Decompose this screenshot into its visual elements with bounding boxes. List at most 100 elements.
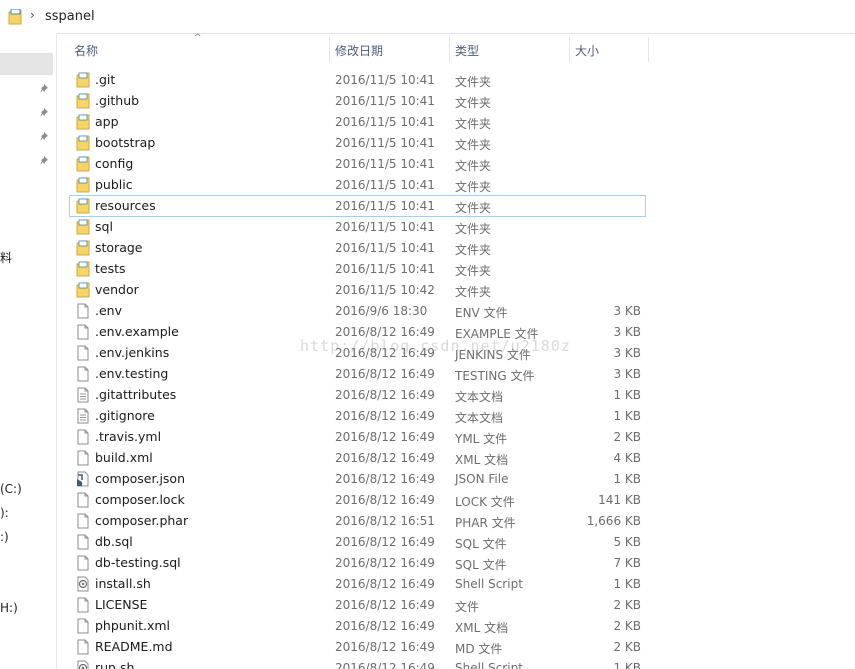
file-name: .gitignore — [95, 408, 155, 423]
file-type: 文件夹 — [455, 285, 492, 299]
file-row[interactable]: public 2016/11/5 10:41 文件夹 — [70, 175, 645, 195]
file-modified-date: 2016/11/5 10:41 — [335, 178, 435, 192]
file-modified-date: 2016/8/12 16:49 — [335, 451, 435, 465]
shell-script-icon — [76, 660, 90, 669]
file-row[interactable]: db.sql 2016/8/12 16:49 SQL 文件 5 KB — [70, 532, 645, 552]
breadcrumb-chevron-icon[interactable]: › — [30, 8, 35, 22]
file-size: 2 KB — [613, 640, 641, 654]
file-name: config — [95, 156, 134, 171]
nav-item-drive[interactable]: :) — [0, 530, 9, 544]
file-name: LICENSE — [95, 597, 148, 612]
file-icon — [76, 345, 90, 361]
file-modified-date: 2016/8/12 16:49 — [335, 598, 435, 612]
file-modified-date: 2016/8/12 16:49 — [335, 430, 435, 444]
file-icon — [76, 366, 90, 382]
file-modified-date: 2016/11/5 10:41 — [335, 241, 435, 255]
file-row[interactable]: storage 2016/11/5 10:41 文件夹 — [70, 238, 645, 258]
file-row[interactable]: app 2016/11/5 10:41 文件夹 — [70, 112, 645, 132]
file-row[interactable]: .env.example 2016/8/12 16:49 EXAMPLE 文件 3 K… — [70, 322, 645, 342]
file-modified-date: 2016/8/12 16:49 — [335, 640, 435, 654]
file-name: .env — [95, 303, 122, 318]
folder-icon — [76, 177, 90, 193]
file-name: composer.json — [95, 471, 186, 486]
file-row[interactable]: bootstrap 2016/11/5 10:41 文件夹 — [70, 133, 645, 153]
file-type: 文本文档 — [455, 411, 504, 425]
file-icon — [76, 618, 90, 634]
navigation-pane[interactable]: 料 (C:) ): :) H:) — [0, 33, 57, 669]
file-size: 2 KB — [613, 598, 641, 612]
file-modified-date: 2016/11/5 10:41 — [335, 73, 435, 87]
folder-icon — [76, 114, 90, 130]
file-row[interactable]: db-testing.sql 2016/8/12 16:49 SQL 文件 7 KB — [70, 553, 645, 573]
column-divider[interactable] — [329, 37, 330, 62]
file-row[interactable]: .git 2016/11/5 10:41 文件夹 — [70, 70, 645, 90]
file-type: 文件夹 — [455, 264, 492, 278]
file-modified-date: 2016/8/12 16:49 — [335, 388, 435, 402]
file-row[interactable]: sql 2016/11/5 10:41 文件夹 — [70, 217, 645, 237]
file-name: .github — [95, 93, 140, 108]
file-size: 2 KB — [613, 619, 641, 633]
column-divider[interactable] — [569, 37, 570, 62]
file-row[interactable]: build.xml 2016/8/12 16:49 XML 文档 4 KB — [70, 448, 645, 468]
pin-icon[interactable] — [38, 83, 50, 95]
file-row[interactable]: install.sh 2016/8/12 16:49 Shell Script 1 K… — [70, 574, 645, 594]
file-row[interactable]: README.md 2016/8/12 16:49 MD 文件 2 KB — [70, 637, 645, 657]
file-type: JSON File — [455, 472, 509, 486]
pin-icon[interactable] — [38, 107, 50, 119]
column-header-type[interactable]: 类型 — [455, 42, 479, 59]
file-row[interactable]: run.sh 2016/8/12 16:49 Shell Script 1 KB — [70, 658, 645, 669]
file-type: 文件夹 — [455, 75, 492, 89]
file-row[interactable]: .gitattributes 2016/8/12 16:49 文本文档 1 KB — [70, 385, 645, 405]
pin-icon[interactable] — [38, 131, 50, 143]
file-size: 141 KB — [598, 493, 641, 507]
nav-item-clipped[interactable]: 料 — [0, 249, 12, 266]
column-divider[interactable] — [449, 37, 450, 62]
folder-icon — [76, 72, 90, 88]
breadcrumb-folder[interactable]: sspanel — [45, 9, 95, 24]
file-row[interactable]: vendor 2016/11/5 10:42 文件夹 — [70, 280, 645, 300]
shell-script-icon — [76, 576, 90, 592]
file-row[interactable]: .env 2016/9/6 18:30 ENV 文件 3 KB — [70, 301, 645, 321]
file-row[interactable]: .travis.yml 2016/8/12 16:49 YML 文件 2 KB — [70, 427, 645, 447]
column-header-date[interactable]: 修改日期 — [335, 42, 383, 59]
file-size: 3 KB — [613, 325, 641, 339]
file-row[interactable]: composer.phar 2016/8/12 16:51 PHAR 文件 1,666… — [70, 511, 645, 531]
file-type: 文件夹 — [455, 201, 492, 215]
column-divider[interactable] — [648, 37, 649, 62]
file-row[interactable]: .env.jenkins 2016/8/12 16:49 JENKINS 文件 3 K… — [70, 343, 645, 363]
file-modified-date: 2016/8/12 16:49 — [335, 409, 435, 423]
sort-up-icon: ^ — [194, 33, 202, 43]
file-row[interactable]: tests 2016/11/5 10:41 文件夹 — [70, 259, 645, 279]
file-row[interactable]: LICENSE 2016/8/12 16:49 文件 2 KB — [70, 595, 645, 615]
file-row[interactable]: resources 2016/11/5 10:41 文件夹 — [69, 195, 646, 217]
nav-item-drive-c[interactable]: (C:) — [0, 482, 22, 496]
nav-selected-item[interactable] — [0, 53, 53, 75]
nav-item-drive[interactable]: ): — [0, 506, 9, 520]
file-size: 1 KB — [613, 661, 641, 669]
file-type: ENV 文件 — [455, 306, 508, 320]
address-bar[interactable]: › sspanel — [0, 0, 855, 34]
file-icon — [76, 324, 90, 340]
file-row[interactable]: config 2016/11/5 10:41 文件夹 — [70, 154, 645, 174]
file-row[interactable]: .gitignore 2016/8/12 16:49 文本文档 1 KB — [70, 406, 645, 426]
file-icon — [76, 534, 90, 550]
file-size: 1,666 KB — [586, 514, 641, 528]
nav-item-drive-h[interactable]: H:) — [0, 601, 18, 615]
file-row[interactable]: .github 2016/11/5 10:41 文件夹 — [70, 91, 645, 111]
file-row[interactable]: composer.lock 2016/8/12 16:49 LOCK 文件 141 K… — [70, 490, 645, 510]
file-row[interactable]: .env.testing 2016/8/12 16:49 TESTING 文件 3 K… — [70, 364, 645, 384]
column-header-size[interactable]: 大小 — [575, 42, 599, 59]
file-row[interactable]: composer.json 2016/8/12 16:49 JSON File 1 K… — [70, 469, 645, 489]
file-size: 1 KB — [613, 472, 641, 486]
column-header-name[interactable]: 名称 — [74, 42, 98, 59]
file-list[interactable]: .git 2016/11/5 10:41 文件夹 .github 2016/11/5 1… — [56, 70, 855, 669]
folder-icon — [76, 156, 90, 172]
file-row[interactable]: phpunit.xml 2016/8/12 16:49 XML 文档 2 KB — [70, 616, 645, 636]
file-type: 文件夹 — [455, 222, 492, 236]
file-icon — [76, 429, 90, 445]
file-modified-date: 2016/8/12 16:51 — [335, 514, 435, 528]
file-icon — [76, 513, 90, 529]
pin-icon[interactable] — [38, 155, 50, 167]
file-name: README.md — [95, 639, 173, 654]
file-name: build.xml — [95, 450, 153, 465]
